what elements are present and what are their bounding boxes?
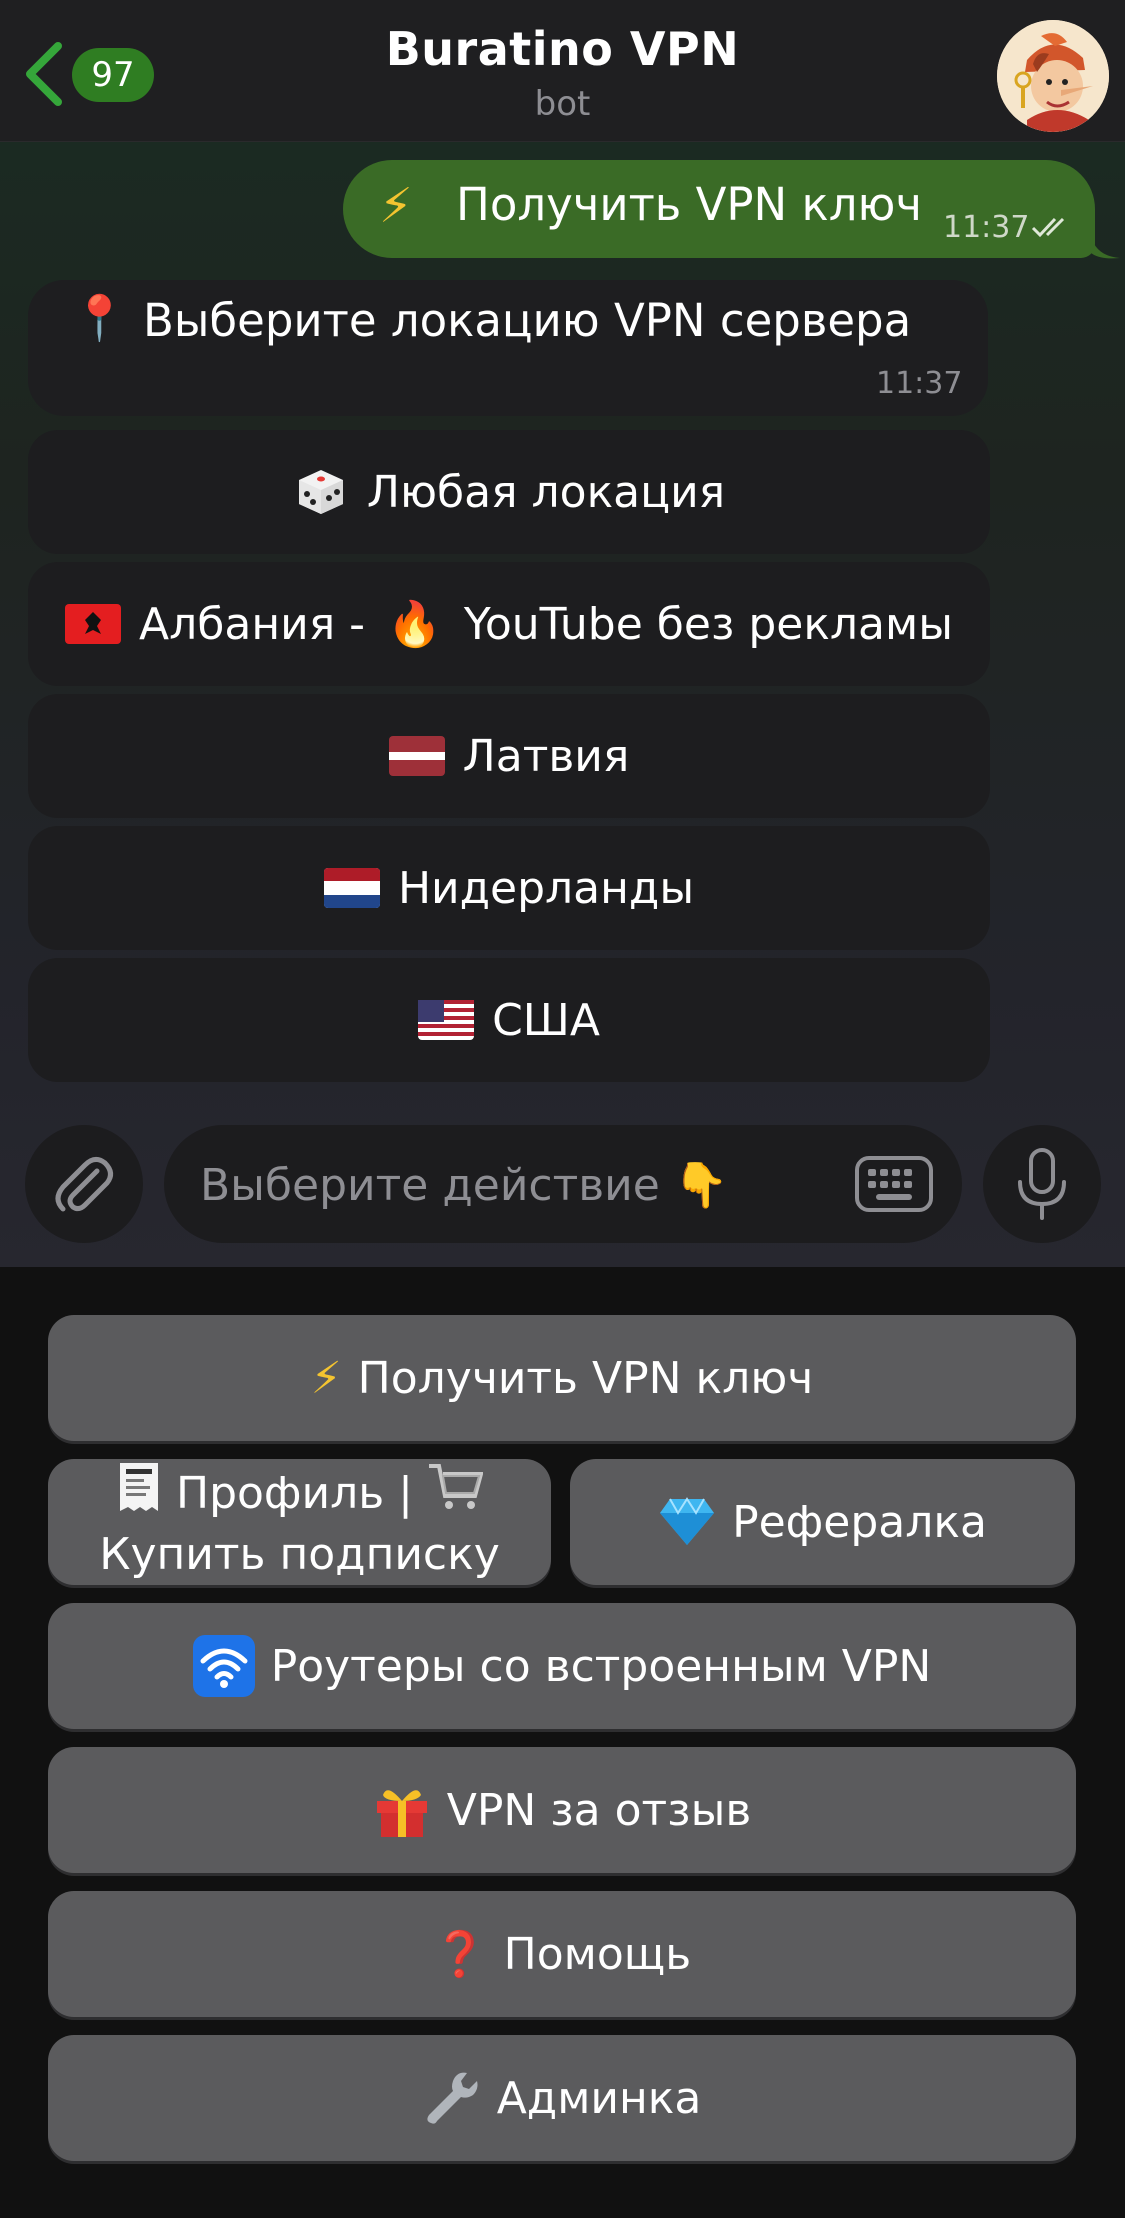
inline-button-any-location[interactable]: Любая локация xyxy=(28,430,990,554)
get-vpn-key-button[interactable]: ⚡ Получить VPN ключ xyxy=(48,1315,1076,1441)
inline-button-label: Латвия xyxy=(462,730,630,782)
inline-button-netherlands[interactable]: Нидерланды xyxy=(28,826,990,950)
voice-record-button[interactable] xyxy=(983,1125,1101,1243)
incoming-message-time: 11:37 xyxy=(876,366,963,401)
chat-subtitle: bot xyxy=(534,84,591,124)
outgoing-message-time: 11:37 xyxy=(943,210,1030,245)
dice-icon xyxy=(293,464,349,520)
lightning-icon: ⚡ xyxy=(310,1352,342,1404)
double-check-icon xyxy=(1031,217,1065,238)
netherlands-flag-icon xyxy=(323,868,380,908)
attach-button[interactable] xyxy=(25,1125,143,1243)
routers-button[interactable]: Роутеры со встроенным VPN xyxy=(48,1603,1076,1729)
profile-line1: Профиль | xyxy=(116,1461,484,1527)
microphone-icon xyxy=(1018,1148,1066,1220)
inline-button-usa[interactable]: США xyxy=(28,958,990,1082)
gem-icon xyxy=(658,1497,716,1547)
inline-button-label-2: YouTube без рекламы xyxy=(449,598,953,650)
inline-button-label: Нидерланды xyxy=(397,862,695,914)
bubble-tail xyxy=(1090,232,1120,259)
keyboard-icon[interactable] xyxy=(854,1155,934,1213)
wifi-icon xyxy=(192,1635,255,1697)
outgoing-message-text: Получить VPN ключ xyxy=(456,178,922,231)
receipt-icon xyxy=(116,1461,162,1527)
fire-icon: 🔥 xyxy=(387,599,442,650)
inline-button-albania[interactable]: Албания - 🔥 YouTube без рекламы xyxy=(28,562,990,686)
admin-button[interactable]: Админка xyxy=(48,2035,1076,2161)
inline-button-label: США xyxy=(492,994,600,1046)
lightning-icon: ⚡ xyxy=(379,178,413,234)
chat-header: 97 Buratino VPN bot xyxy=(0,0,1125,142)
usa-flag-icon xyxy=(418,1000,475,1040)
chat-title[interactable]: Buratino VPN xyxy=(0,22,1125,76)
pin-icon: 📍 xyxy=(72,293,127,344)
bot-avatar[interactable] xyxy=(997,20,1109,132)
pointing-down-icon: 👇 xyxy=(673,1160,729,1211)
profile-line2: Купить подписку xyxy=(99,1529,500,1580)
reply-keyboard: ⚡ Получить VPN ключ Профиль | Купить под… xyxy=(0,1267,1125,2218)
help-button[interactable]: ❓ Помощь xyxy=(48,1891,1076,2017)
referral-button[interactable]: Рефералка xyxy=(570,1459,1075,1585)
question-mark-icon: ❓ xyxy=(432,1929,488,1980)
chat-area: ⚡ Получить VPN ключ 11:37 📍 Выберите лок… xyxy=(0,142,1125,1267)
wrench-icon xyxy=(423,2069,481,2127)
inline-button-latvia[interactable]: Латвия xyxy=(28,694,990,818)
gift-icon xyxy=(373,1781,431,1839)
inline-button-label: Албания - xyxy=(139,598,380,650)
outgoing-message[interactable]: ⚡ Получить VPN ключ 11:37 xyxy=(343,160,1095,258)
incoming-message-text: Выберите локацию VPN сервера xyxy=(143,294,912,347)
incoming-message[interactable]: 📍 Выберите локацию VPN сервера 11:37 xyxy=(28,280,988,416)
paperclip-icon xyxy=(55,1157,113,1212)
message-input-placeholder: Выберите действие 👇 xyxy=(200,1160,729,1211)
inline-button-label: Любая локация xyxy=(366,466,726,518)
pinocchio-avatar-image xyxy=(997,20,1109,132)
profile-subscribe-button[interactable]: Профиль | Купить подписку xyxy=(48,1459,551,1585)
albania-flag-icon xyxy=(65,604,122,644)
message-input[interactable]: Выберите действие 👇 xyxy=(164,1125,962,1243)
cart-icon xyxy=(427,1462,484,1526)
vpn-for-review-button[interactable]: VPN за отзыв xyxy=(48,1747,1076,1873)
latvia-flag-icon xyxy=(388,736,445,776)
